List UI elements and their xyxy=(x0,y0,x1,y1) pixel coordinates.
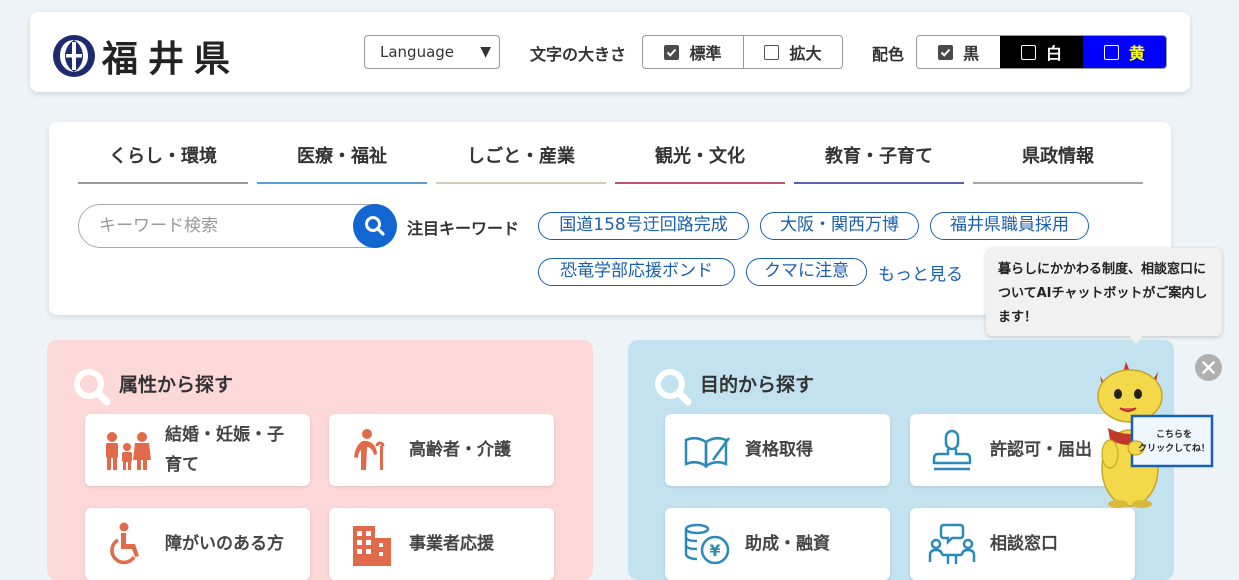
sign-text-line2: クリックしてね！ xyxy=(1138,444,1210,454)
tab-underline xyxy=(615,182,785,184)
search-input[interactable]: キーワード検索 xyxy=(78,204,396,248)
tab-medical-welfare[interactable]: 医療・福祉 xyxy=(257,122,427,184)
wheelchair-icon xyxy=(110,522,139,565)
book-pen-icon xyxy=(684,437,731,469)
checkbox-icon xyxy=(1103,44,1119,60)
speech-bubble-tail xyxy=(1128,334,1144,344)
color-white-label: 白 xyxy=(1045,44,1062,63)
site-header: 福井県 Language ▼ 文字の大きさ 標準 拡大 配色 黒 白 黄 xyxy=(30,12,1190,92)
search-placeholder: キーワード検索 xyxy=(99,216,218,236)
prefecture-emblem-icon xyxy=(53,35,95,77)
font-size-standard-option[interactable]: 標準 xyxy=(643,36,743,68)
site-logo[interactable]: 福井県 xyxy=(52,30,240,82)
stamp-icon xyxy=(932,429,972,471)
tab-underline xyxy=(794,182,964,184)
chatbot-speech-bubble[interactable]: 暮らしにかかわる制度、相談窓口についてAIチャットボットがご案内します！ xyxy=(986,248,1222,336)
dropdown-arrow-icon: ▼ xyxy=(480,44,491,60)
family-icon xyxy=(106,432,151,470)
purpose-item-consultation[interactable]: 相談窓口 xyxy=(910,508,1135,580)
color-black-option[interactable]: 黒 xyxy=(917,36,1001,68)
sign-text-line1: こちらを xyxy=(1155,430,1192,440)
magnifier-icon xyxy=(74,369,111,406)
tab-tourism-culture[interactable]: 観光・文化 xyxy=(615,122,785,184)
magnifier-icon xyxy=(655,369,692,406)
attr-item-label: 障がいのある方 xyxy=(165,534,284,554)
keyword-link[interactable]: 恐竜学部応援ボンド xyxy=(538,258,735,286)
tab-underline xyxy=(973,182,1143,184)
attr-item-elderly-care[interactable]: 高齢者・介護 xyxy=(329,414,554,486)
attr-item-business-support[interactable]: 事業者応援 xyxy=(329,508,554,580)
purpose-item-label: 相談窓口 xyxy=(990,534,1058,554)
attr-item-disabilities[interactable]: 障がいのある方 xyxy=(85,508,310,580)
font-size-large-option[interactable]: 拡大 xyxy=(743,36,842,68)
logo-text: 福井県 xyxy=(102,39,241,80)
more-keywords-link[interactable]: もっと見る xyxy=(878,260,963,285)
purpose-item-qualifications[interactable]: 資格取得 xyxy=(665,414,890,486)
tab-living-environment[interactable]: くらし・環境 xyxy=(78,122,248,184)
svg-text:¥: ¥ xyxy=(709,541,720,560)
color-black-label: 黒 xyxy=(963,44,980,63)
color-scheme-label: 配色 xyxy=(872,45,905,64)
language-select-label: Language xyxy=(380,43,455,61)
search-button[interactable] xyxy=(353,204,397,248)
font-size-large-label: 拡大 xyxy=(789,44,822,63)
tab-prefectural-info[interactable]: 県政情報 xyxy=(973,122,1143,184)
purpose-item-label: 資格取得 xyxy=(745,440,813,460)
elderly-icon xyxy=(354,429,385,470)
panel-title: 属性から探す xyxy=(119,374,234,396)
search-icon xyxy=(365,216,385,236)
tab-label: 教育・子育て xyxy=(825,146,933,167)
keyword-link[interactable]: 国道158号迂回路完成 xyxy=(538,212,749,240)
checkbox-icon xyxy=(764,44,780,60)
checkbox-checked-icon xyxy=(938,44,954,60)
tab-label: 県政情報 xyxy=(1022,146,1094,167)
tab-education-childcare[interactable]: 教育・子育て xyxy=(794,122,964,184)
building-icon xyxy=(353,526,391,566)
color-white-option[interactable]: 白 xyxy=(1000,36,1083,68)
tab-label: 医療・福祉 xyxy=(297,146,387,167)
font-size-standard-label: 標準 xyxy=(689,44,722,63)
attr-item-label: 結婚・妊娠・子育て xyxy=(165,425,284,475)
attr-item-label: 高齢者・介護 xyxy=(409,440,511,460)
checkbox-icon xyxy=(1020,44,1036,60)
chatbot-bubble-text: 暮らしにかかわる制度、相談窓口についてAIチャットボットがご案内します！ xyxy=(998,262,1208,325)
tab-label: 観光・文化 xyxy=(655,146,745,167)
purpose-item-subsidies-loans[interactable]: ¥ 助成・融資 xyxy=(665,508,890,580)
font-size-label: 文字の大きさ xyxy=(530,45,627,64)
tab-label: しごと・産業 xyxy=(467,146,575,167)
tab-label: くらし・環境 xyxy=(109,146,217,167)
keyword-link[interactable]: クマに注意 xyxy=(746,258,867,286)
coins-yen-icon: ¥ xyxy=(684,523,730,565)
panel-title: 目的から探す xyxy=(700,374,815,396)
tab-underline xyxy=(257,182,427,184)
attr-item-label: 事業者応援 xyxy=(409,534,494,554)
attr-item-marriage-childcare[interactable]: 結婚・妊娠・子育て xyxy=(85,414,310,486)
color-yellow-option[interactable]: 黄 xyxy=(1082,36,1166,68)
attribute-search-panel: 属性から探す 結婚・妊娠・子育て 高齢者・介護 障がいのある方 事業者応援 xyxy=(47,340,593,580)
consultation-icon xyxy=(928,523,976,564)
chatbot-mascot[interactable]: こちらを クリックしてね！ xyxy=(1088,358,1218,508)
keyword-link[interactable]: 福井県職員採用 xyxy=(930,212,1089,240)
color-yellow-label: 黄 xyxy=(1128,44,1145,63)
checkbox-checked-icon xyxy=(664,44,680,60)
language-select[interactable]: Language ▼ xyxy=(364,35,500,69)
mascot-sign: こちらを クリックしてね！ xyxy=(1136,428,1212,456)
font-size-toggle: 標準 拡大 xyxy=(642,35,843,69)
color-scheme-toggle: 黒 白 黄 xyxy=(916,35,1167,69)
purpose-item-label: 助成・融資 xyxy=(745,534,830,554)
keyword-link[interactable]: 大阪・関西万博 xyxy=(760,212,919,240)
featured-keywords-label: 注目キーワード xyxy=(407,219,520,238)
tab-underline xyxy=(78,182,248,184)
tab-underline xyxy=(436,182,606,184)
tab-work-industry[interactable]: しごと・産業 xyxy=(436,122,606,184)
